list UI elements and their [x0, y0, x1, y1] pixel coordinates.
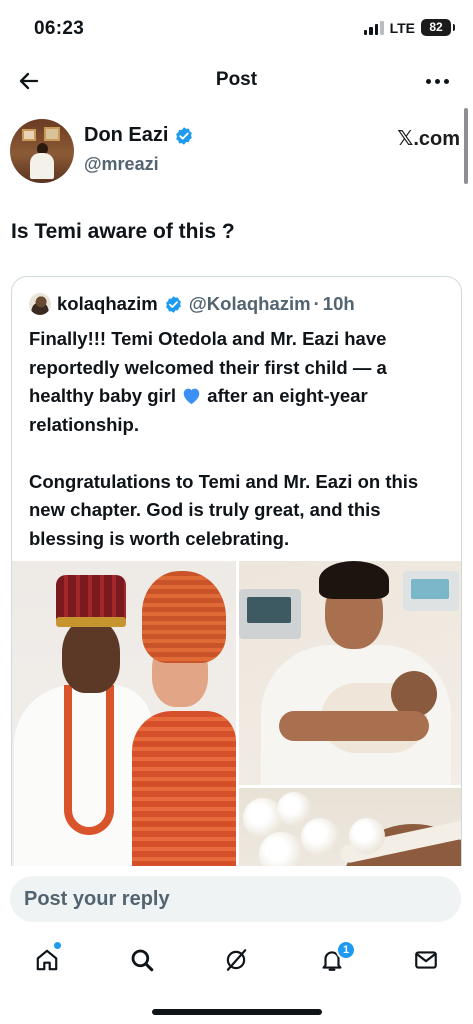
quoted-paragraph-2: Congratulations to Temi and Mr. Eazi on …: [29, 470, 419, 549]
search-icon: [131, 949, 154, 972]
author-name-text: Don Eazi: [84, 124, 169, 146]
post-author: Don Eazi @mreazi 𝕏.com: [10, 118, 460, 188]
quoted-author-name: kolaqhazim: [57, 293, 158, 314]
blue-heart-icon: [183, 388, 200, 405]
reply-bar: Post your reply: [0, 866, 473, 936]
tab-home[interactable]: [25, 940, 69, 980]
verified-icon: [176, 126, 193, 145]
more-horizontal-icon: [425, 78, 431, 84]
status-time: 06:23: [34, 18, 85, 39]
status-bar: 06:23 LTE 82: [0, 0, 473, 56]
avatar: [29, 293, 51, 315]
quoted-paragraph-1: Finally!!! Temi Otedola and Mr. Eazi hav…: [29, 328, 387, 435]
nav-bar: Post: [0, 56, 473, 106]
grok-icon: [226, 949, 247, 971]
quoted-author-handle: @Kolaqhazim: [188, 293, 311, 314]
notification-badge: 1: [336, 940, 356, 960]
signal-icon: [363, 20, 384, 35]
tab-messages[interactable]: [404, 940, 448, 980]
home-indicator[interactable]: [152, 1009, 322, 1015]
page-title: Post: [215, 69, 258, 90]
quoted-post-time: 10h: [322, 293, 355, 314]
tab-grok[interactable]: [214, 940, 258, 980]
scrollbar[interactable]: [464, 108, 468, 184]
author-handle[interactable]: @mreazi: [84, 154, 159, 175]
status-indicators: LTE 82: [363, 19, 455, 36]
media-grid: [12, 559, 461, 915]
author-name[interactable]: Don Eazi: [84, 124, 194, 147]
verified-icon: [165, 295, 181, 313]
quoted-post[interactable]: kolaqhazim @Kolaqhazim · 10h Finally!!! …: [11, 276, 462, 916]
battery-icon: 82: [421, 19, 455, 36]
mail-icon: [415, 951, 437, 969]
quoted-post-header: kolaqhazim @Kolaqhazim · 10h: [29, 293, 355, 315]
tab-search[interactable]: [120, 940, 164, 980]
separator: ·: [313, 293, 320, 314]
tab-bar: 1: [0, 936, 473, 986]
more-button[interactable]: [421, 66, 453, 96]
home-icon: [36, 949, 58, 971]
photo-couple[interactable]: [12, 561, 236, 915]
post-text: Is Temi aware of this ?: [11, 220, 235, 243]
source-link[interactable]: 𝕏.com: [397, 126, 460, 151]
photo-mother-baby[interactable]: [239, 561, 461, 785]
network-label: LTE: [389, 19, 415, 36]
tab-notifications[interactable]: 1: [310, 940, 356, 980]
home-notification-dot: [54, 942, 61, 949]
quoted-post-text: Finally!!! Temi Otedola and Mr. Eazi hav…: [29, 325, 449, 553]
reply-input[interactable]: Post your reply: [10, 876, 461, 922]
avatar[interactable]: [10, 119, 74, 183]
